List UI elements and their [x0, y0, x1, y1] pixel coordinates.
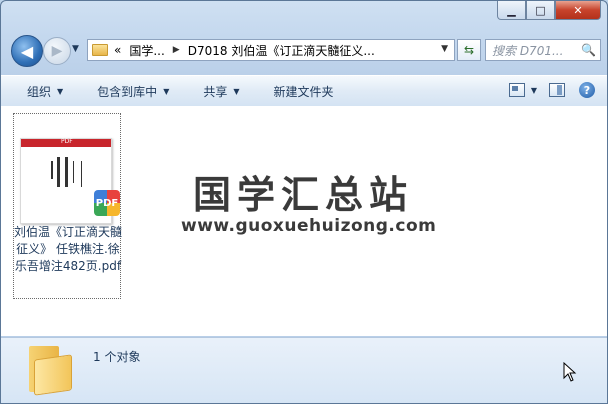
chevron-down-icon: ▼ [233, 86, 240, 96]
maximize-button[interactable]: □ [526, 1, 555, 20]
help-icon[interactable]: ? [579, 82, 595, 98]
back-button[interactable]: ◀ [11, 35, 43, 67]
item-count: 1 个对象 [93, 350, 141, 364]
file-item[interactable]: PDF PDF 刘伯温《订正滴天髓征义》 任铁樵注.徐乐吾增注482页.pdf [13, 113, 122, 299]
file-list-pane[interactable]: PDF PDF 刘伯温《订正滴天髓征义》 任铁樵注.徐乐吾增注482页.pdf … [1, 106, 607, 336]
command-bar: 组织 ▼ 包含到库中 ▼ 共享 ▼ 新建文件夹 ▼ ? [1, 75, 607, 107]
file-name-label[interactable]: 刘伯温《订正滴天髓征义》 任铁樵注.徐乐吾增注482页.pdf [14, 224, 122, 275]
mouse-cursor-icon [563, 361, 577, 387]
thumbnail-text-line [65, 157, 68, 187]
watermark-title: 国学汇总站 [193, 173, 414, 217]
include-in-library-menu[interactable]: 包含到库中 ▼ [75, 83, 181, 100]
chevron-down-icon: ▼ [163, 86, 170, 96]
thumbnail-header-band: PDF [21, 138, 111, 147]
close-button[interactable]: ✕ [555, 1, 601, 20]
watermark-url: www.guoxuehuizong.com [181, 216, 437, 236]
forward-button[interactable]: ▶ [43, 37, 71, 65]
share-label: 共享 [203, 84, 228, 99]
folder-icon [29, 346, 71, 395]
change-view-icon[interactable] [508, 83, 525, 97]
address-dropdown-icon[interactable]: ▼ [441, 44, 448, 54]
recent-pages-dropdown[interactable]: ▼ [72, 44, 79, 54]
thumbnail-text-line [81, 161, 82, 187]
pdf-app-icon: PDF [94, 190, 120, 216]
details-pane: 1 个对象 [1, 337, 607, 403]
view-controls: ▼ ? [497, 82, 595, 98]
organize-menu[interactable]: 组织 ▼ [1, 83, 75, 100]
search-placeholder: 搜索 D701... [492, 43, 564, 58]
search-icon[interactable]: 🔍 [581, 43, 596, 57]
search-input[interactable]: 搜索 D701... 🔍 [485, 39, 601, 61]
refresh-button[interactable]: ⇆ [457, 39, 481, 61]
address-bar[interactable]: « 国学... ▶ D7018 刘伯温《订正滴天髓征义... ▼ [87, 39, 455, 61]
chevron-down-icon: ▼ [57, 86, 64, 96]
view-options-dropdown[interactable]: ▼ [531, 86, 537, 95]
breadcrumb-item-root[interactable]: 国学... [129, 42, 164, 59]
breadcrumb-item-current[interactable]: D7018 刘伯温《订正滴天髓征义... [188, 42, 375, 59]
navigation-bar: ◀ ▶ ▼ « 国学... ▶ D7018 刘伯温《订正滴天髓征义... ▼ ⇆… [9, 35, 601, 67]
folder-icon [92, 44, 108, 56]
breadcrumb-separator-icon[interactable]: ▶ [173, 45, 180, 55]
caption-buttons: ▁ □ ✕ [497, 1, 601, 20]
include-in-library-label: 包含到库中 [97, 84, 158, 99]
thumbnail-text-line [73, 161, 74, 183]
share-menu[interactable]: 共享 ▼ [181, 83, 251, 100]
thumbnail-band-label: PDF [61, 138, 73, 145]
organize-label: 组织 [27, 84, 52, 99]
thumbnail-text-line [57, 157, 60, 187]
new-folder-button[interactable]: 新建文件夹 [252, 83, 346, 100]
address-overflow-chevron[interactable]: « [114, 43, 121, 57]
minimize-button[interactable]: ▁ [497, 1, 526, 20]
thumbnail-text-line [51, 161, 53, 179]
preview-pane-icon[interactable] [549, 83, 565, 97]
explorer-window: ▁ □ ✕ ◀ ▶ ▼ « 国学... ▶ D7018 刘伯温《订正滴天髓征义.… [0, 0, 608, 404]
